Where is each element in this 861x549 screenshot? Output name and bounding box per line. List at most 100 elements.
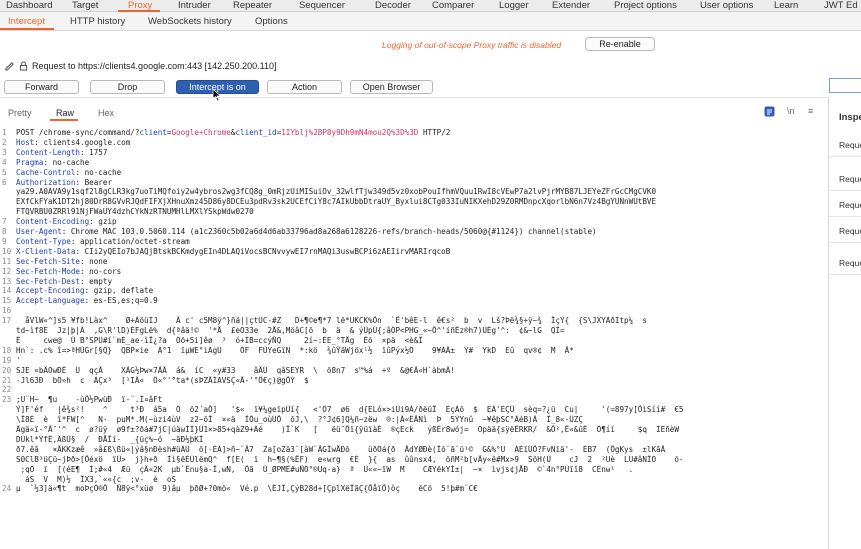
inspector-row[interactable]: Reque bbox=[839, 258, 861, 268]
top-tab-comparer[interactable]: Comparer bbox=[432, 0, 474, 11]
top-tab-jwt-ed[interactable]: JWT Ed bbox=[824, 0, 858, 11]
line-number: 6 bbox=[2, 177, 7, 187]
top-tab-bar: Dashboard Target Proxy Intruder Repeater Sequ… bbox=[0, 0, 861, 12]
request-url: Request to https://clients4.google.com:4… bbox=[32, 60, 277, 71]
newline-toggle-icon[interactable]: \n bbox=[787, 106, 795, 116]
code-line: POST /chrome-sync/command/?client=Google… bbox=[16, 128, 451, 137]
inspector-title: Inspector bbox=[839, 112, 861, 123]
top-tab-project-options[interactable]: Project options bbox=[614, 0, 677, 11]
inspector-row[interactable]: Reque bbox=[839, 226, 861, 236]
line-number: 17 bbox=[2, 316, 12, 326]
line-number: 20 bbox=[2, 365, 12, 375]
code-line: Ý]F'éf |ê¾s²! ^ t³Ð á5a Ö õ2´aÕ] '$« ï¥¼… bbox=[16, 405, 684, 415]
sub-tab-intercept[interactable]: Intercept bbox=[8, 16, 45, 27]
sub-tab-http-history[interactable]: HTTP history bbox=[70, 16, 125, 27]
code-line: td~ìf8É Jz|þ|Á ,G\R'lD)ÉFgLë% d{ªâä!© '*… bbox=[16, 326, 565, 335]
code-line: Sec-Fetch-Site: none bbox=[16, 256, 108, 266]
open-browser-button[interactable]: Open Browser bbox=[350, 80, 433, 94]
code-line: åVlW«^]s5 ¥fb!Làx^ Ø+ÀöüIJ Â c' c5M8ÿ^}ñ… bbox=[16, 316, 647, 326]
menu-icon[interactable]: ≡ bbox=[808, 106, 813, 116]
tab-raw[interactable]: Raw bbox=[56, 108, 74, 118]
line-number: 10 bbox=[2, 246, 12, 256]
code-line: µ `½3]ä«¶t moÞçÖ®Õ Ñ8ÿ<°xüø 9)âµ þðØ+?0m… bbox=[16, 484, 478, 494]
top-tab-logger[interactable]: Logger bbox=[499, 0, 529, 11]
code-line: Accept-Encoding: gzip, deflate bbox=[16, 286, 154, 296]
line-number: 7 bbox=[2, 217, 7, 227]
drop-button[interactable]: Drop bbox=[90, 80, 165, 94]
top-tab-decoder[interactable]: Decoder bbox=[375, 0, 411, 11]
code-line: ya29.A0AVA9y1sqf2l8gCLR3kg7uoTiMQfoiy2w4… bbox=[16, 187, 657, 197]
code-line: ;U¨H~ ¶u -ùÕ½PwüÐ ï-¨.Î¤âFt bbox=[16, 395, 163, 405]
inspector-separator bbox=[829, 242, 861, 243]
code-line: \Î8É è î*FW[^ N· puM*.M(~ùzi4ùV z2~õÎ ×«… bbox=[16, 415, 583, 425]
code-line: X-Client-Data: CIi2yQEIo7bJAQjBtskBCKmdy… bbox=[16, 246, 451, 256]
code-line: Ê cwe@ Û B°SPÜ#í¨mÈ_ae-ìÏ¿?a Öö+5i]êø ³ … bbox=[16, 335, 423, 345]
action-button[interactable]: Action bbox=[267, 80, 342, 94]
line-number: 24 bbox=[2, 484, 12, 494]
line-number: 1 bbox=[2, 128, 7, 137]
format-icon[interactable] bbox=[764, 106, 775, 119]
top-tab-intruder[interactable]: Intruder bbox=[178, 0, 211, 11]
toolbar-divider bbox=[0, 97, 828, 98]
code-line: Cache-Control: no-cache bbox=[16, 167, 122, 177]
sub-tab-bar: Intercept HTTP history WebSockets history O… bbox=[0, 12, 861, 31]
inspector-separator bbox=[829, 156, 861, 157]
line-number: 21 bbox=[2, 375, 12, 385]
code-line: DÙkl*ÝfÊ,ÄßÙ§ / ÐÅÎí- _{üç%~ó ~ãÐ½þKÎ bbox=[16, 434, 204, 444]
code-line: ;qO ï [(éE¶ Ì;#«4 Æü çÄ«2K µb`Ênu§a-Î,wN… bbox=[16, 464, 634, 474]
sub-tab-websockets-history[interactable]: WebSockets history bbox=[148, 16, 232, 27]
top-tab-repeater[interactable]: Repeater bbox=[233, 0, 272, 11]
code-line: ' bbox=[16, 355, 21, 365]
line-number: 19 bbox=[2, 355, 12, 365]
code-line: EXfCkFYaK1DT2hj80DrR8GVvRJQdFIFXjXHnuXmz… bbox=[16, 197, 657, 207]
request-target: Request to https://clients4.google.com:4… bbox=[4, 60, 277, 71]
code-line: S0ClB³üÇü~jÞð>[Õéxö ïÜ> j}h+ð Ìì§ëÉÜlëmQ… bbox=[16, 454, 684, 464]
line-number: 23 bbox=[2, 395, 12, 405]
code-line: ð7.êâ ×ÄKKzæê »â£ß\ßü«|ýâ§nÐèsh#üÀÜ õ[-Ê… bbox=[16, 444, 666, 454]
line-number: 2 bbox=[2, 137, 7, 147]
code-line: FTQVRBU0ZRRl91NjFWaUY4dzhCYkNzRTNUMHlLMX… bbox=[16, 207, 254, 217]
request-editor[interactable]: 1 POST /chrome-sync/command/?client=Googl… bbox=[0, 124, 828, 549]
code-line: Host: clients4.google.com bbox=[16, 137, 131, 147]
line-number: 15 bbox=[2, 296, 12, 306]
active-tab-underline bbox=[50, 119, 78, 121]
pencil-icon[interactable] bbox=[4, 60, 15, 71]
code-line: Content-Length: 1757 bbox=[16, 147, 108, 157]
inspector-separator bbox=[829, 216, 861, 217]
code-line: Ägä«ï-°Â¯'^ c ø?üÿ ø9f±?ðá#7jC|úäwÌÍ}Ü1×… bbox=[16, 425, 679, 434]
forward-button[interactable]: Forward bbox=[4, 80, 79, 94]
line-number: 18 bbox=[2, 345, 12, 355]
line-number: 13 bbox=[2, 276, 12, 286]
code-line: -Jl63Ð bÖ»h c ÁÇx³ [¹IÂ« Ö«°'°ta*(sÞZÄÍA… bbox=[16, 375, 309, 385]
line-number: 12 bbox=[2, 266, 12, 276]
tab-hex[interactable]: Hex bbox=[98, 108, 114, 118]
search-input[interactable] bbox=[829, 78, 861, 93]
line-number: 5 bbox=[2, 167, 7, 177]
top-tab-dashboard[interactable]: Dashboard bbox=[6, 0, 52, 11]
code-line: SJE «bÃOwÐÊ Ü qçÃ XÃG½Þw×7ÃÄ á& íC «y#33… bbox=[16, 365, 455, 375]
re-enable-button[interactable]: Re-enable bbox=[585, 37, 655, 51]
top-tab-target[interactable]: Target bbox=[72, 0, 98, 11]
inspector-row[interactable]: Reque bbox=[839, 200, 861, 210]
line-number: 9 bbox=[2, 236, 7, 246]
sub-tab-options[interactable]: Options bbox=[255, 16, 288, 27]
inspector-row[interactable]: Reque bbox=[839, 140, 861, 150]
line-number: 3 bbox=[2, 147, 7, 157]
line-number: 11 bbox=[2, 256, 12, 266]
inspector-row[interactable]: Reque bbox=[839, 174, 861, 184]
code-line: Hn`: .c% î=>ªHÙGr[§Q} QBP×ie Á°1 ïµWE°iA… bbox=[16, 345, 574, 355]
mouse-cursor-icon bbox=[212, 88, 222, 102]
top-tab-learn[interactable]: Learn bbox=[774, 0, 798, 11]
line-number: 14 bbox=[2, 286, 12, 296]
line-number: 4 bbox=[2, 157, 7, 167]
inspector-separator bbox=[829, 190, 861, 191]
top-tab-extender[interactable]: Extender bbox=[552, 0, 590, 11]
top-tab-user-options[interactable]: User options bbox=[700, 0, 753, 11]
code-line: áS V M)½ ÏX3,`««{c ;v- è oS bbox=[16, 474, 177, 484]
code-line: User-Agent: Chrome MAC 103.0.5060.114 (a… bbox=[16, 227, 597, 236]
tab-pretty[interactable]: Pretty bbox=[8, 108, 32, 118]
line-number: 8 bbox=[2, 227, 7, 236]
code-line: Sec-Fetch-Dest: empty bbox=[16, 276, 113, 286]
top-tab-sequencer[interactable]: Sequencer bbox=[299, 0, 345, 11]
line-number: 16 bbox=[2, 306, 12, 316]
